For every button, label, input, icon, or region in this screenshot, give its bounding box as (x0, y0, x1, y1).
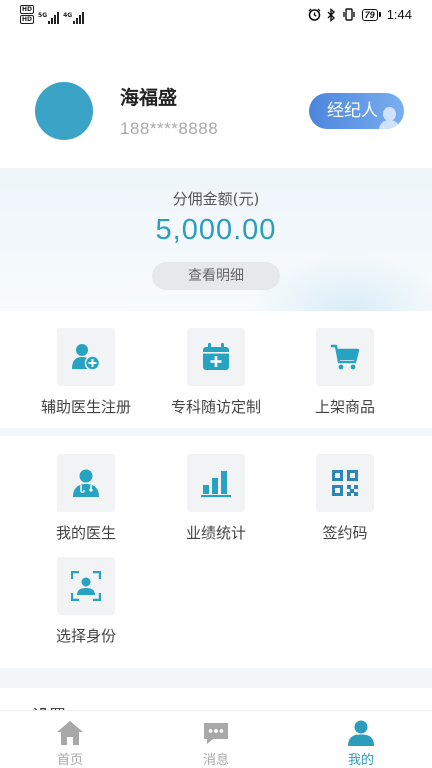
signal-bars-icon (48, 12, 60, 24)
qr-code-icon (332, 470, 358, 496)
home-icon (57, 721, 83, 745)
alarm-icon (308, 8, 321, 21)
nav-home[interactable]: 首页 (10, 711, 130, 768)
status-right: 79 1:44 (308, 7, 412, 22)
commission-panel: 分佣金额(元) 5,000.00 查看明细 (0, 168, 432, 311)
user-name: 海福盛 (120, 87, 178, 109)
nav-label: 首页 (56, 753, 83, 768)
signal-bars-icon (73, 12, 85, 24)
role-label: 经纪人 (327, 101, 378, 121)
vibrate-icon (342, 8, 355, 21)
nav-label: 我的 (347, 753, 374, 768)
menu-label: 我的医生 (55, 524, 116, 542)
quick-action-label: 上架商品 (314, 398, 375, 416)
hd-badge-bottom: HD (20, 15, 35, 24)
cart-icon (331, 344, 360, 370)
hd-badges: HD HD (20, 5, 35, 24)
quick-action-label: 专科随访定制 (170, 398, 261, 416)
bluetooth-icon (327, 7, 335, 22)
role-badge[interactable]: 经纪人 (309, 93, 404, 129)
calendar-add-icon (203, 343, 229, 370)
identity-scan-icon (71, 571, 101, 601)
menu-label: 选择身份 (55, 627, 116, 645)
status-left: HD HD 5G 4G (20, 5, 85, 24)
signal-5g: 5G (38, 12, 60, 24)
nav-label: 消息 (202, 753, 229, 768)
menu-label: 业绩统计 (185, 524, 246, 542)
battery-level: 79 (361, 8, 378, 21)
quick-action-label: 辅助医生注册 (40, 398, 131, 416)
user-phone: 188****8888 (120, 119, 219, 138)
battery-icon: 79 (361, 8, 381, 21)
menu-panel: 我的医生 业绩统计 签约码 选择身份 (0, 436, 432, 668)
network-type-2: 4G (63, 12, 73, 19)
message-icon (204, 723, 228, 744)
nav-messages[interactable]: 消息 (156, 711, 276, 768)
profile-header: 海福盛 188****8888 经纪人 (0, 32, 432, 168)
bottom-nav: 首页 消息 我的 (0, 710, 432, 768)
nav-mine[interactable]: 我的 (301, 711, 421, 768)
menu-label: 签约码 (322, 524, 368, 542)
doctor-add-icon (72, 344, 101, 371)
person-icon (378, 103, 400, 129)
clock: 1:44 (386, 7, 412, 22)
status-bar: HD HD 5G 4G 79 1:44 (0, 0, 432, 32)
signal-4g: 4G (63, 12, 85, 24)
view-details-button[interactable]: 查看明细 (152, 262, 280, 290)
commission-label: 分佣金额(元) (172, 190, 260, 208)
commission-amount: 5,000.00 (155, 214, 277, 246)
quick-actions-panel: 辅助医生注册 专科随访定制 上架商品 (0, 311, 432, 428)
avatar[interactable] (35, 82, 93, 140)
network-type-1: 5G (38, 12, 48, 19)
doctor-icon (73, 469, 99, 497)
user-icon (348, 720, 374, 746)
hd-badge-top: HD (20, 5, 35, 14)
bar-chart-icon (201, 471, 231, 498)
